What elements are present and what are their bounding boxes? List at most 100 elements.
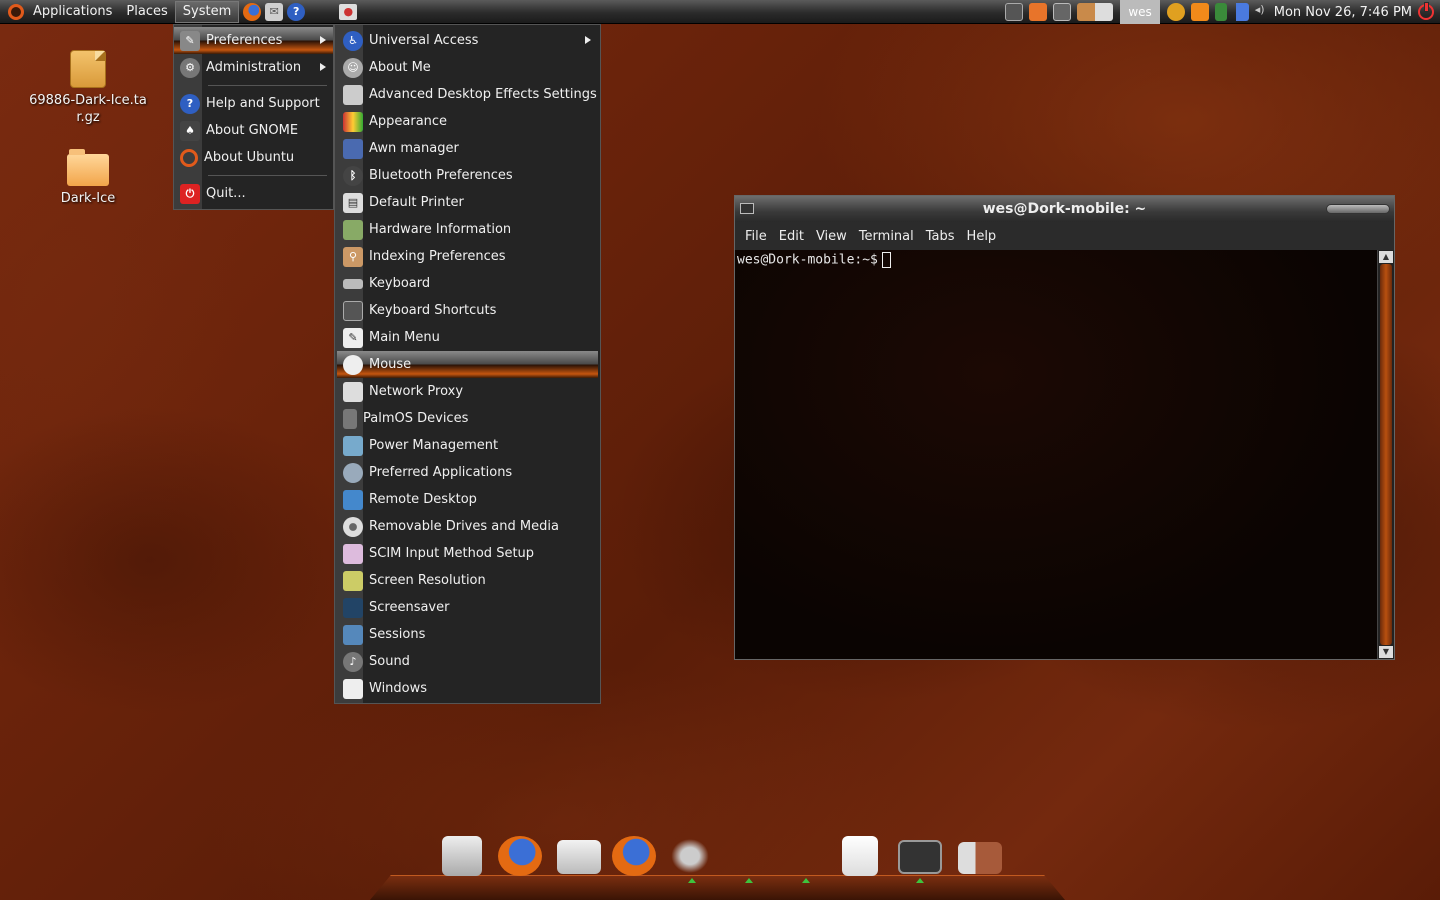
- display-icon[interactable]: [1053, 3, 1072, 21]
- desktop-icon-folder[interactable]: Dark-Ice: [28, 149, 148, 207]
- places-menu[interactable]: Places: [119, 0, 174, 24]
- menu-item-label: Appearance: [369, 114, 448, 129]
- text-editor-icon[interactable]: [842, 836, 878, 876]
- running-indicator-icon: [916, 878, 924, 883]
- menu-item-default-printer[interactable]: ▤ Default Printer: [337, 189, 598, 216]
- menu-item-label: About Me: [369, 60, 431, 75]
- drive-icon[interactable]: [557, 840, 601, 874]
- applications-menu[interactable]: Applications: [26, 0, 119, 24]
- desktop-icon-archive[interactable]: 69886-Dark-Ice.tar.gz: [28, 50, 148, 126]
- scroll-thumb[interactable]: [1380, 264, 1392, 645]
- sessions-icon: [343, 624, 363, 645]
- menu-item-label: Windows: [369, 681, 428, 696]
- terminal-scrollbar[interactable]: ▲ ▼: [1377, 250, 1394, 659]
- menu-item-remote-desktop[interactable]: Remote Desktop: [337, 486, 598, 513]
- screensaver-icon: [343, 597, 363, 618]
- menu-terminal[interactable]: Terminal: [859, 229, 914, 244]
- archive-manager-icon[interactable]: [442, 836, 482, 876]
- menu-item-bluetooth[interactable]: ᛒ Bluetooth Preferences: [337, 162, 598, 189]
- firefox-icon-2[interactable]: [612, 836, 656, 876]
- menu-item-sound[interactable]: ♪ Sound: [337, 648, 598, 675]
- firefox-icon[interactable]: [243, 2, 262, 21]
- volume-icon[interactable]: ◂): [1255, 3, 1267, 21]
- signal-icon[interactable]: [1232, 3, 1249, 21]
- menu-item-preferences[interactable]: ✎ Preferences: [174, 27, 333, 54]
- menu-item-about-me[interactable]: ☺ About Me: [337, 54, 598, 81]
- home-icon[interactable]: [1029, 3, 1048, 21]
- terminal-titlebar[interactable]: wes@Dork-mobile: ~: [735, 196, 1394, 222]
- menu-item-hardware-info[interactable]: Hardware Information: [337, 216, 598, 243]
- menu-item-preferred-apps[interactable]: Preferred Applications: [337, 459, 598, 486]
- firefox-icon[interactable]: [498, 836, 542, 876]
- menu-view[interactable]: View: [816, 229, 847, 244]
- terminal-window-icon[interactable]: [740, 203, 754, 214]
- ubuntu-logo-icon[interactable]: [8, 3, 24, 20]
- scroll-down-icon[interactable]: ▼: [1379, 646, 1393, 658]
- menu-item-about-ubuntu[interactable]: About Ubuntu: [174, 144, 333, 171]
- menu-item-power-management[interactable]: Power Management: [337, 432, 598, 459]
- network-icon[interactable]: [1166, 3, 1185, 21]
- menu-item-keyboard-shortcuts[interactable]: Keyboard Shortcuts: [337, 297, 598, 324]
- mail-icon[interactable]: ✉: [265, 2, 284, 21]
- menu-item-mouse[interactable]: Mouse: [337, 351, 598, 378]
- clock[interactable]: Mon Nov 26, 7:46 PM: [1270, 5, 1418, 20]
- terminal-content[interactable]: wes@Dork-mobile:~$: [735, 250, 1377, 659]
- system-menu[interactable]: System: [174, 0, 240, 23]
- menu-item-label: Preferences: [206, 33, 283, 48]
- bluetooth-icon: ᛒ: [343, 165, 363, 186]
- terminal-window[interactable]: wes@Dork-mobile: ~ File Edit View Termin…: [734, 195, 1395, 660]
- desktop-icon-label: Dark-Ice: [60, 191, 116, 206]
- menu-item-label: Remote Desktop: [369, 492, 477, 507]
- scroll-up-icon[interactable]: ▲: [1379, 251, 1393, 263]
- submenu-arrow-icon: [320, 63, 326, 71]
- menu-item-label: Keyboard: [369, 276, 431, 291]
- menu-item-label: PalmOS Devices: [363, 411, 469, 426]
- running-indicator-icon: [802, 878, 810, 883]
- menu-file[interactable]: File: [745, 229, 767, 244]
- update-icon[interactable]: [1190, 3, 1209, 21]
- menu-item-screen-resolution[interactable]: Screen Resolution: [337, 567, 598, 594]
- menu-item-awn-manager[interactable]: Awn manager: [337, 135, 598, 162]
- menu-item-scim[interactable]: SCIM Input Method Setup: [337, 540, 598, 567]
- menu-edit[interactable]: Edit: [779, 229, 804, 244]
- window-controls[interactable]: [1326, 204, 1390, 214]
- image-viewer-icon[interactable]: [958, 842, 1002, 874]
- menu-item-label: Keyboard Shortcuts: [369, 303, 497, 318]
- power-icon[interactable]: [1418, 2, 1434, 20]
- menu-item-screensaver[interactable]: Screensaver: [337, 594, 598, 621]
- menu-item-desktop-effects[interactable]: Advanced Desktop Effects Settings: [337, 81, 598, 108]
- desktop-icon-label: 69886-Dark-Ice.tar.gz: [29, 93, 147, 125]
- menu-item-removable-drives[interactable]: Removable Drives and Media: [337, 513, 598, 540]
- menu-tabs[interactable]: Tabs: [926, 229, 955, 244]
- menu-item-indexing[interactable]: ⚲ Indexing Preferences: [337, 243, 598, 270]
- pda-icon: [343, 408, 357, 429]
- windows-icon: [343, 678, 363, 699]
- menu-item-palmos[interactable]: PalmOS Devices: [337, 405, 598, 432]
- printer-icon: ▤: [343, 192, 363, 213]
- menu-item-appearance[interactable]: Appearance: [337, 108, 598, 135]
- cd-icon: [343, 516, 363, 537]
- window-icon[interactable]: [1005, 3, 1024, 21]
- menu-item-about-gnome[interactable]: ♠ About GNOME: [174, 117, 333, 144]
- menu-item-windows[interactable]: Windows: [337, 675, 598, 702]
- menu-item-keyboard[interactable]: Keyboard: [337, 270, 598, 297]
- dock-bar: [370, 875, 1065, 900]
- help-icon[interactable]: ?: [287, 2, 306, 21]
- menu-item-administration[interactable]: ⚙ Administration: [174, 54, 333, 81]
- menu-item-quit[interactable]: ⏻ Quit...: [174, 180, 333, 207]
- menu-item-universal-access[interactable]: ♿ Universal Access: [337, 27, 598, 54]
- workspace-switcher[interactable]: [1077, 3, 1114, 21]
- menu-item-main-menu[interactable]: ✎ Main Menu: [337, 324, 598, 351]
- gimp-icon[interactable]: [668, 836, 712, 876]
- archive-icon: [70, 50, 106, 88]
- menu-item-label: Main Menu: [369, 330, 440, 345]
- menu-help[interactable]: Help: [967, 229, 997, 244]
- menu-item-network-proxy[interactable]: Network Proxy: [337, 378, 598, 405]
- user-switcher[interactable]: wes: [1120, 0, 1160, 24]
- battery-icon[interactable]: [1214, 3, 1227, 21]
- menu-item-sessions[interactable]: Sessions: [337, 621, 598, 648]
- terminal-icon[interactable]: [898, 840, 942, 874]
- top-panel: Applications Places System ✉ ? ● wes ◂) …: [0, 0, 1440, 211]
- menu-item-help[interactable]: ? Help and Support: [174, 90, 333, 117]
- screenshot-icon[interactable]: ●: [339, 3, 358, 20]
